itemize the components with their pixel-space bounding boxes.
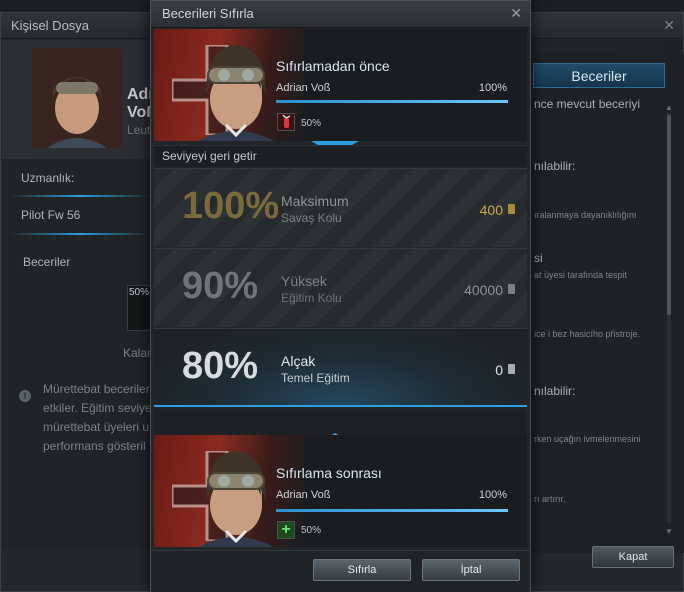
- option-maximum[interactable]: 100% Maksimum Savaş Kolu 400: [154, 168, 527, 247]
- option-subtitle: Savaş Kolu: [281, 211, 342, 225]
- crew-progress-bar: [276, 509, 508, 512]
- crew-name: Adrian Voß: [276, 489, 331, 501]
- window-title: Kişisel Dosya: [11, 18, 90, 33]
- option-title: Yüksek: [281, 273, 327, 289]
- scroll-thumb[interactable]: [667, 115, 671, 315]
- skill-percent: 50%: [301, 118, 322, 129]
- info-text: Mürettebat becerileri etkiler. Eğitim se…: [43, 380, 152, 456]
- option-percent: 100%: [182, 185, 280, 227]
- dialog-title: Becerileri Sıfırla: [162, 6, 254, 21]
- crew-progress-bar: [276, 100, 508, 103]
- reset-button[interactable]: Sıfırla: [313, 559, 411, 581]
- option-subtitle: Eğitim Kolu: [281, 291, 342, 305]
- info-icon: !: [19, 390, 31, 402]
- option-low[interactable]: 80% Alçak Temel Eğitim 0: [154, 328, 527, 407]
- restore-level-label: Seviyeyi geri getir: [162, 149, 257, 163]
- option-high[interactable]: 90% Yüksek Eğitim Kolu 40000: [154, 248, 527, 327]
- divider: [9, 195, 151, 197]
- progress-fill: [276, 100, 508, 103]
- option-cost: 400: [479, 202, 503, 218]
- crew-portrait: [198, 451, 274, 547]
- before-reset-card: Sıfırlamadan önce Adrian Voß 100% 50%: [154, 29, 527, 141]
- skill-desc: nılabilir:: [534, 384, 576, 398]
- skill-desc: nılabilir:: [534, 159, 576, 173]
- close-icon[interactable]: ✕: [663, 17, 675, 34]
- tab-skills[interactable]: Beceriler: [533, 63, 665, 88]
- skill-percent: 50%: [301, 525, 322, 536]
- before-heading: Sıfırlamadan önce: [276, 58, 390, 74]
- skill-desc: ıralanmaya dayanıklılığını: [534, 210, 637, 220]
- silver-coin-icon: [508, 284, 515, 294]
- spacer: [154, 409, 527, 435]
- option-subtitle: Temel Eğitim: [281, 371, 350, 385]
- dialog-titlebar: Becerileri Sıfırla ✕: [151, 1, 530, 28]
- skill-desc: at üyesi tarafında tespit: [534, 270, 628, 280]
- option-cost: 0: [495, 362, 503, 378]
- crew-name: Adrian Voß: [276, 82, 331, 94]
- scroll-down-icon[interactable]: ▼: [665, 527, 673, 536]
- after-reset-card: Sıfırlama sonrası Adrian Voß 100% + 50%: [154, 435, 527, 547]
- crew-portrait: [32, 48, 122, 148]
- reset-skills-dialog: Becerileri Sıfırla ✕ Sıfırlamadan önce A…: [150, 0, 531, 592]
- silver-coin-icon: [508, 364, 515, 374]
- close-button[interactable]: Kapat: [592, 546, 674, 568]
- info-line: mürettebat üyeleri u: [43, 420, 150, 434]
- close-icon[interactable]: ✕: [510, 5, 522, 22]
- right-panel: [531, 53, 684, 553]
- skill-desc: rken uçağın ivmelenmesini: [534, 434, 641, 444]
- crew-percent: 100%: [478, 489, 507, 501]
- cancel-button[interactable]: İptal: [422, 559, 520, 581]
- info-line: etkiler. Eğitim seviye: [43, 401, 152, 415]
- skill-desc: si: [534, 251, 543, 265]
- crew-portrait: [198, 45, 274, 141]
- option-percent: 80%: [182, 345, 259, 387]
- gold-coin-icon: [508, 204, 515, 214]
- skill-badge-pct: 50%: [129, 287, 150, 298]
- scroll-up-icon[interactable]: ▲: [665, 103, 673, 112]
- option-cost: 40000: [464, 282, 503, 298]
- crew-percent: 100%: [478, 82, 507, 94]
- skill-desc: ice i bez hasicího přistroje.: [534, 329, 641, 339]
- skills-label: Beceriler: [23, 255, 71, 269]
- divider: [9, 233, 151, 235]
- fire-extinguisher-icon[interactable]: [277, 113, 295, 131]
- after-heading: Sıfırlama sonrası: [276, 465, 382, 481]
- skill-desc: nce mevcut beceriyi: [534, 97, 641, 111]
- info-line: Mürettebat becerileri: [43, 382, 153, 396]
- specialty-label: Uzmanlık:: [21, 171, 75, 185]
- option-title: Alçak: [281, 353, 316, 369]
- plus-icon[interactable]: +: [277, 521, 295, 539]
- specialty-value: Pilot Fw 56: [21, 208, 81, 222]
- scrollbar[interactable]: ▲ ▼: [665, 103, 673, 543]
- restore-level-header: Seviyeyi geri getir: [154, 145, 527, 167]
- option-percent: 90%: [182, 265, 259, 307]
- progress-fill: [276, 509, 508, 512]
- info-line: performans gösteril: [43, 439, 146, 453]
- skill-desc: rı artırır.: [534, 494, 566, 504]
- option-title: Maksimum: [281, 193, 349, 209]
